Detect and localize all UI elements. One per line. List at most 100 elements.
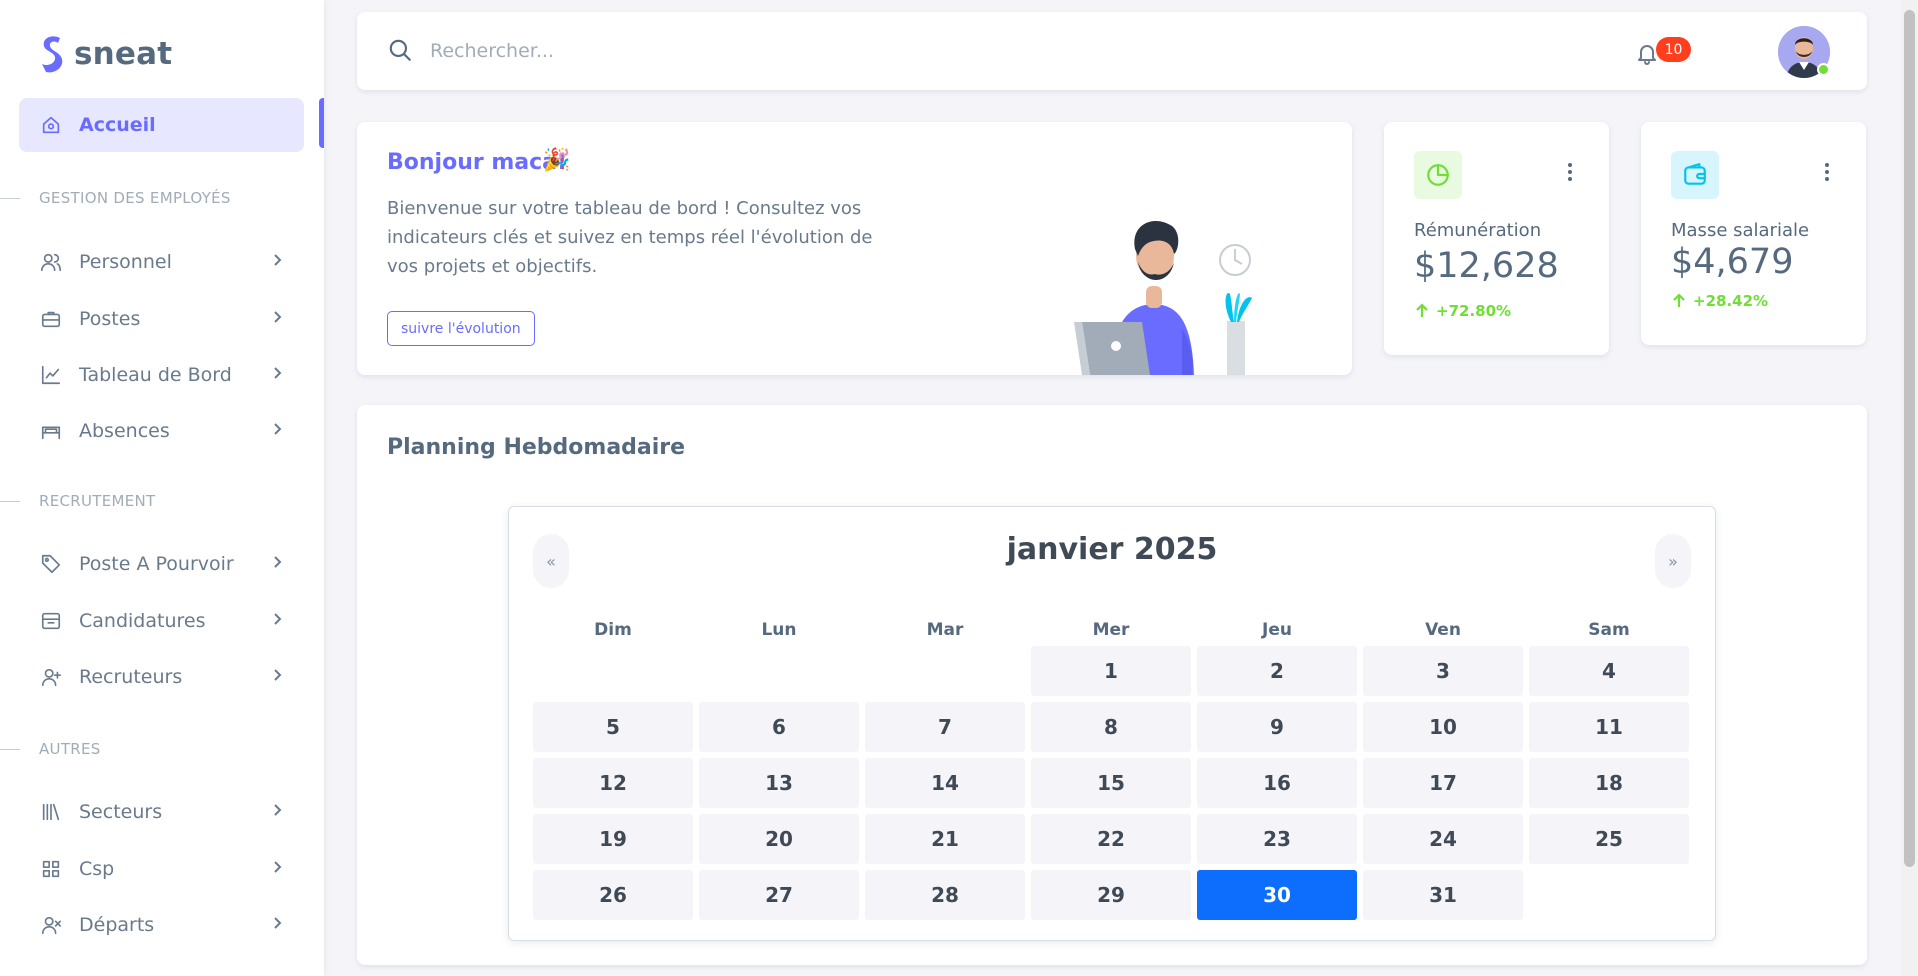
menu-header-autres: AUTRES (0, 739, 101, 759)
next-month-button[interactable]: » (1655, 534, 1691, 588)
stat-trend: +72.80% (1414, 302, 1511, 320)
weekday-header: Ven (1425, 620, 1461, 640)
brand[interactable]: sneat (38, 34, 172, 74)
calendar-grid: Dim Lun Mar Mer Jeu Ven Sam 1 2 3 4 5 6 7 8 9 10 11 12 13 14… (533, 614, 1693, 926)
notification-badge: 10 (1656, 37, 1691, 62)
calendar-day-today[interactable]: 30 (1197, 870, 1357, 920)
scrollbar-thumb[interactable] (1904, 10, 1915, 867)
menu-header-label: AUTRES (39, 740, 101, 758)
stat-label: Rémunération (1414, 220, 1542, 241)
welcome-title: Bonjour maca! (387, 150, 568, 175)
user-x-icon (39, 913, 63, 937)
chevron-right-icon (270, 309, 290, 329)
welcome-text: Bienvenue sur votre tableau de bord ! Co… (387, 198, 873, 277)
user-plus-icon (39, 665, 63, 689)
search-icon[interactable] (387, 37, 413, 63)
brand-name: sneat (74, 36, 173, 72)
weekday-header: Lun (761, 620, 797, 640)
calendar-day[interactable]: 10 (1363, 702, 1523, 752)
calendar-day[interactable]: 23 (1197, 814, 1357, 864)
users-icon (39, 250, 63, 274)
calendar-day[interactable]: 9 (1197, 702, 1357, 752)
chevron-right-icon (270, 252, 290, 272)
chevron-right-icon (270, 859, 290, 879)
bed-icon (39, 419, 63, 443)
calendar-day[interactable]: 12 (533, 758, 693, 808)
calendar-day[interactable]: 11 (1529, 702, 1689, 752)
calendar-day[interactable]: 24 (1363, 814, 1523, 864)
calendar-day[interactable]: 5 (533, 702, 693, 752)
stat-card-masse-salariale: Masse salariale $4,679 +28.42% (1641, 122, 1866, 345)
calendar-empty-cell (699, 646, 859, 696)
weekday-header: Dim (594, 620, 632, 640)
calendar-day[interactable]: 8 (1031, 702, 1191, 752)
calendar-day[interactable]: 7 (865, 702, 1025, 752)
sidebar-item-absences[interactable]: Absences (19, 404, 304, 458)
sidebar-item-candidatures[interactable]: Candidatures (19, 594, 304, 648)
weekday-header: Mar (926, 620, 964, 640)
calendar-day[interactable]: 22 (1031, 814, 1191, 864)
sidebar-item-recruteurs[interactable]: Recruteurs (19, 650, 304, 704)
sidebar-item-label: Accueil (79, 114, 156, 136)
more-options-icon[interactable] (1824, 162, 1830, 182)
sidebar-item-csp[interactable]: Csp (19, 842, 304, 896)
sidebar-item-poste-a-pourvoir[interactable]: Poste A Pourvoir (19, 537, 304, 591)
calendar-day[interactable]: 29 (1031, 870, 1191, 920)
sidebar-item-label: Poste A Pourvoir (79, 553, 234, 575)
stat-value: $4,679 (1671, 242, 1794, 282)
calendar-day[interactable]: 13 (699, 758, 859, 808)
scrollbar[interactable] (1901, 0, 1918, 976)
sidebar-item-label: Absences (79, 420, 170, 442)
menu-header-gestion: GESTION DES EMPLOYÉS (0, 188, 231, 208)
calendar-day[interactable]: 31 (1363, 870, 1523, 920)
sidebar-item-personnel[interactable]: Personnel (19, 235, 304, 289)
sidebar-item-postes[interactable]: Postes (19, 292, 304, 346)
sneat-logo-icon (42, 36, 63, 73)
calendar-day[interactable]: 25 (1529, 814, 1689, 864)
sidebar-item-label: Personnel (79, 251, 172, 273)
calendar-day[interactable]: 28 (865, 870, 1025, 920)
sidebar-item-secteurs[interactable]: Secteurs (19, 785, 304, 839)
stat-card-remuneration: Rémunération $12,628 +72.80% (1384, 122, 1609, 355)
welcome-card: Bonjour maca! 🎉 Bienvenue sur votre tabl… (357, 122, 1352, 375)
tag-icon (39, 552, 63, 576)
calendar-day[interactable]: 14 (865, 758, 1025, 808)
calendar-day[interactable]: 16 (1197, 758, 1357, 808)
follow-progress-button[interactable]: suivre l'évolution (387, 311, 535, 346)
chevron-right-icon (270, 802, 290, 822)
calendar-day[interactable]: 6 (699, 702, 859, 752)
more-options-icon[interactable] (1567, 162, 1573, 182)
stat-trend-value: +28.42% (1693, 292, 1769, 310)
online-status-dot (1817, 63, 1830, 76)
calendar-day[interactable]: 3 (1363, 646, 1523, 696)
calendar-day[interactable]: 20 (699, 814, 859, 864)
arrow-up-icon (1673, 293, 1685, 307)
sidebar-item-label: Tableau de Bord (79, 364, 232, 386)
calendar-day[interactable]: 1 (1031, 646, 1191, 696)
sidebar-item-departs[interactable]: Départs (19, 898, 304, 952)
sidebar-item-label: Postes (79, 308, 141, 330)
calendar-empty-cell (533, 646, 693, 696)
chevron-right-icon (270, 365, 290, 385)
chevron-right-icon (270, 915, 290, 935)
calendar-day[interactable]: 27 (699, 870, 859, 920)
calendar-day[interactable]: 19 (533, 814, 693, 864)
sidebar-item-label: Recruteurs (79, 666, 183, 688)
search-input[interactable] (430, 34, 1030, 68)
sidebar-item-accueil[interactable]: Accueil (19, 98, 304, 152)
sidebar-item-tableau-de-bord[interactable]: Tableau de Bord (19, 348, 304, 402)
menu-header-label: GESTION DES EMPLOYÉS (39, 189, 231, 207)
calendar-day[interactable]: 26 (533, 870, 693, 920)
chevron-right-icon (270, 421, 290, 441)
active-indicator (319, 98, 324, 148)
stat-trend: +28.42% (1671, 292, 1768, 310)
calendar-day[interactable]: 18 (1529, 758, 1689, 808)
calendar-day[interactable]: 21 (865, 814, 1025, 864)
calendar-day[interactable]: 4 (1529, 646, 1689, 696)
calendar-day[interactable]: 2 (1197, 646, 1357, 696)
calendar-day[interactable]: 15 (1031, 758, 1191, 808)
weekday-header: Sam (1588, 620, 1630, 640)
bell-icon[interactable] (1635, 40, 1659, 66)
calendar-day[interactable]: 17 (1363, 758, 1523, 808)
stat-trend-value: +72.80% (1436, 302, 1512, 320)
